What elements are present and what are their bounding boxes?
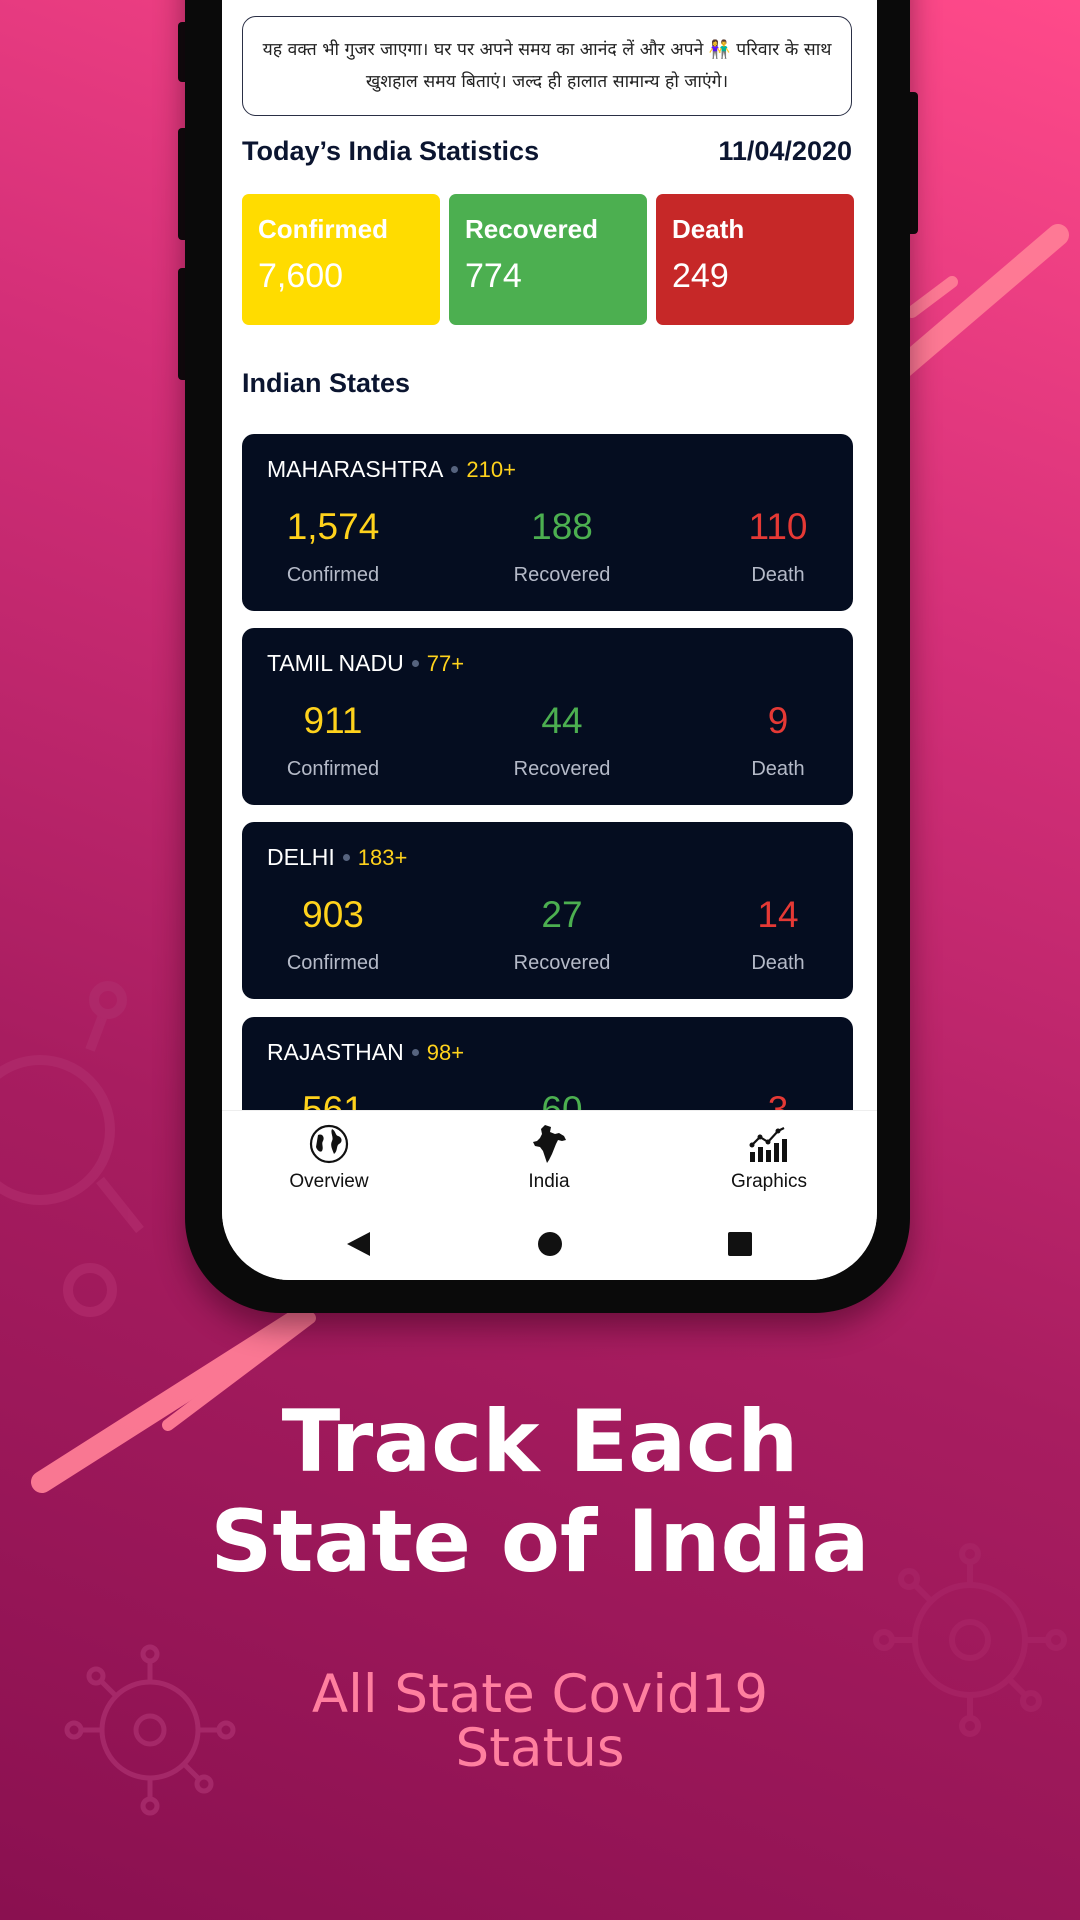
states-title: Indian States <box>242 368 411 398</box>
state-confirmed-value: 911 <box>303 700 363 741</box>
separator-dot <box>451 466 459 473</box>
state-death-label: Death <box>751 952 805 974</box>
death-card[interactable]: Death 249 <box>656 194 854 325</box>
separator-dot <box>342 854 350 861</box>
notice-banner: यह वक्त भी गुजर जाएगा। घर पर अपने समय का… <box>242 16 852 116</box>
separator-dot <box>411 660 419 667</box>
state-recovered-label: Recovered <box>513 564 611 586</box>
state-recovered-value: 27 <box>541 894 583 935</box>
state-recovered-value: 188 <box>531 506 593 547</box>
state-new-cases: 77+ <box>426 650 465 676</box>
state-name: DELHI <box>267 844 335 870</box>
state-death-label: Death <box>751 758 805 780</box>
death-value: 249 <box>672 257 729 295</box>
state-recovered-label: Recovered <box>513 952 611 974</box>
nav-india[interactable]: India <box>459 1123 639 1193</box>
bottom-navigation: Overview India Graphics <box>222 1110 877 1206</box>
state-confirmed-label: Confirmed <box>286 758 380 780</box>
state-card-delhi[interactable]: DELHI 183+ 903 Confirmed 27 Recovered 14… <box>242 822 853 999</box>
state-death-value: 110 <box>748 506 808 547</box>
system-navigation-bar <box>222 1205 877 1280</box>
nav-india-label: India <box>528 1171 570 1192</box>
state-confirmed-label: Confirmed <box>286 952 380 974</box>
recovered-value: 774 <box>465 257 522 295</box>
state-new-cases: 183+ <box>357 844 408 870</box>
recents-square-icon[interactable] <box>726 1230 754 1258</box>
promo-subheadline-line: Status <box>455 1718 625 1779</box>
promo-headline-line: Track Each <box>281 1392 799 1492</box>
recovered-card[interactable]: Recovered 774 <box>449 194 647 325</box>
promo-subheadline-line: All State Covid19 <box>311 1664 769 1725</box>
recovered-label: Recovered <box>465 214 598 244</box>
state-name: RAJASTHAN <box>267 1039 404 1065</box>
state-name: TAMIL NADU <box>267 650 404 676</box>
nav-overview-label: Overview <box>289 1171 369 1192</box>
state-new-cases: 210+ <box>466 456 516 482</box>
nav-graphics-label: Graphics <box>730 1171 808 1192</box>
death-label: Death <box>672 214 745 244</box>
phone-screen: यह वक्त भी गुजर जाएगा। घर पर अपने समय का… <box>222 0 877 1280</box>
stats-date: 11/04/2020 <box>718 136 852 166</box>
separator-dot <box>411 1049 419 1056</box>
back-triangle-icon[interactable] <box>344 1230 372 1258</box>
india-map-icon <box>533 1125 566 1163</box>
promo-subheadline: All State Covid19 Status <box>0 1668 1080 1776</box>
confirmed-card[interactable]: Confirmed 7,600 <box>242 194 440 325</box>
state-card-maharashtra[interactable]: MAHARASHTRA 210+ 1,574 Confirmed 188 Rec… <box>242 434 853 611</box>
state-name: MAHARASHTRA <box>267 456 444 482</box>
home-circle-icon[interactable] <box>536 1230 564 1258</box>
state-death-label: Death <box>751 564 805 586</box>
state-card-tamil-nadu[interactable]: TAMIL NADU 77+ 911 Confirmed 44 Recovere… <box>242 628 853 805</box>
state-confirmed-value: 903 <box>302 894 364 935</box>
state-recovered-value: 44 <box>541 700 583 741</box>
promo-headline-line: State of India <box>210 1492 870 1592</box>
promo-headline: Track Each State of India <box>0 1392 1080 1592</box>
state-confirmed-label: Confirmed <box>286 564 380 586</box>
globe-icon <box>309 1124 349 1164</box>
nav-graphics[interactable]: Graphics <box>679 1123 859 1193</box>
stats-title: Today’s India Statistics <box>242 136 540 166</box>
bar-chart-icon <box>749 1127 787 1162</box>
virus-icon <box>0 981 144 1317</box>
state-death-value: 9 <box>767 700 789 741</box>
state-new-cases: 98+ <box>426 1039 465 1065</box>
state-recovered-label: Recovered <box>513 758 611 780</box>
state-death-value: 14 <box>757 894 799 935</box>
confirmed-value: 7,600 <box>258 257 344 295</box>
state-confirmed-value: 1,574 <box>286 506 380 547</box>
nav-overview[interactable]: Overview <box>239 1123 419 1193</box>
confirmed-label: Confirmed <box>258 214 388 244</box>
